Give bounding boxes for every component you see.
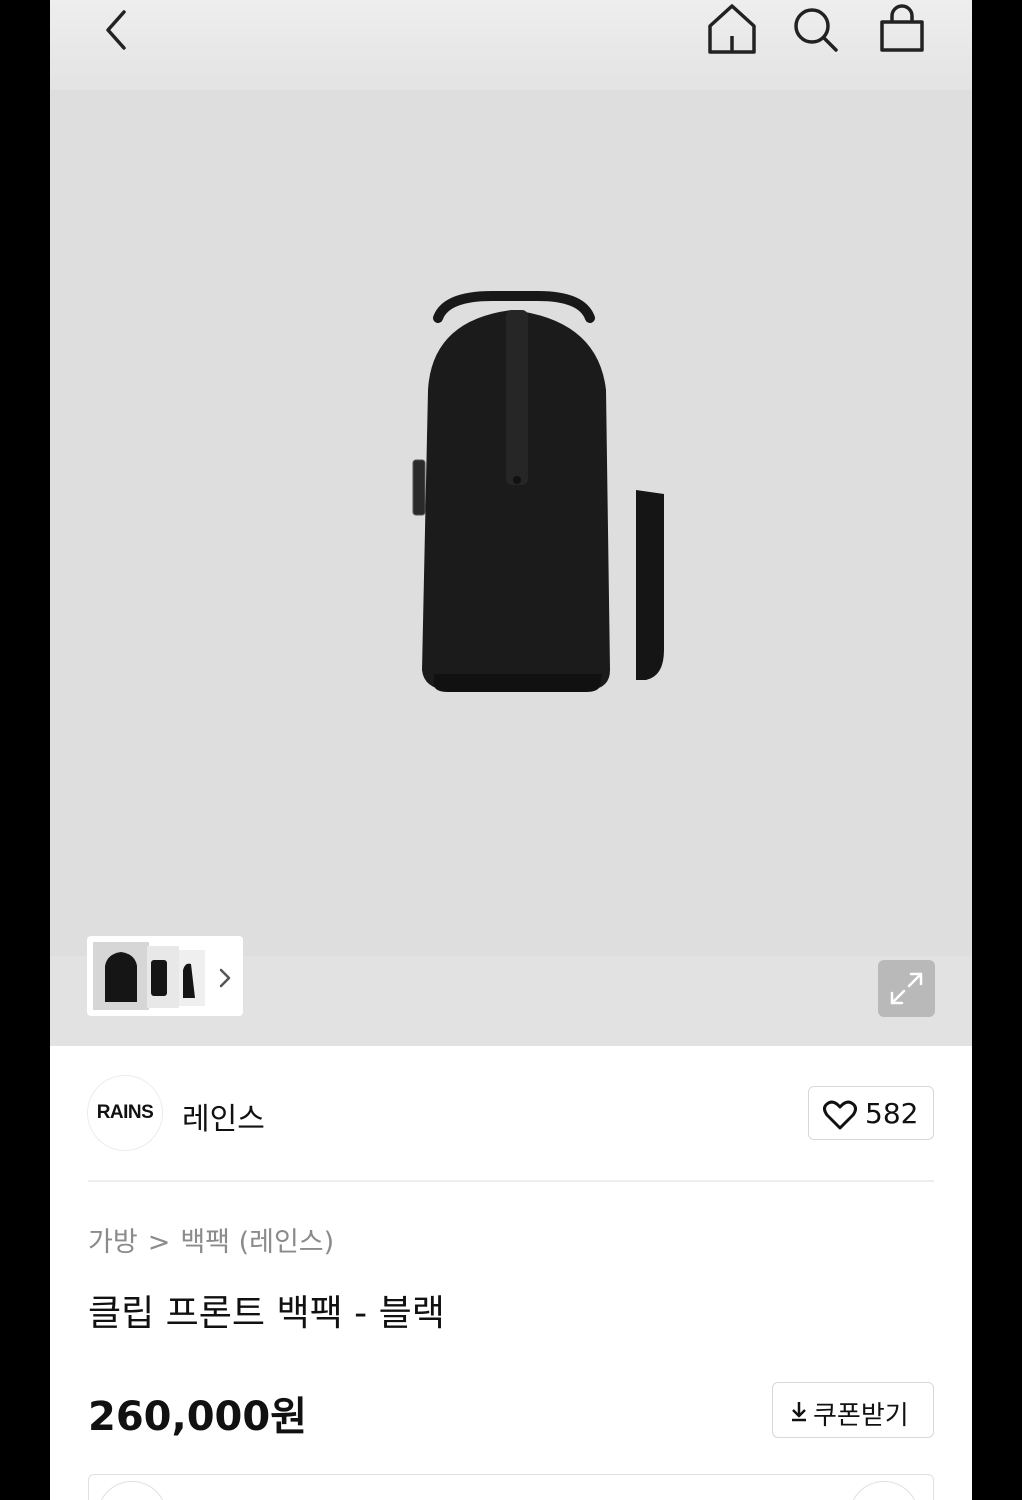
next-section-avatar-right — [849, 1481, 919, 1500]
breadcrumb-subcategory[interactable]: 백팩 (레인스) — [180, 1227, 334, 1258]
breadcrumb-category[interactable]: 가방 — [88, 1227, 138, 1258]
download-icon — [792, 1402, 806, 1422]
home-button[interactable] — [704, 2, 760, 56]
brand-name[interactable]: 레인스 — [182, 1094, 265, 1138]
next-section-card — [88, 1474, 934, 1500]
search-icon — [794, 8, 838, 52]
breadcrumb-separator: > — [147, 1227, 171, 1258]
home-icon — [708, 4, 756, 54]
thumbnail-strip[interactable] — [87, 936, 243, 1016]
top-bar — [50, 0, 972, 90]
cart-button[interactable] — [874, 2, 928, 56]
search-button[interactable] — [790, 2, 844, 56]
expand-icon — [890, 972, 923, 1005]
next-section-avatar — [97, 1481, 167, 1500]
product-title: 클립 프론트 백팩 - 블랙 — [88, 1293, 445, 1334]
coupon-label: 쿠폰받기 — [813, 1401, 909, 1431]
like-count: 582 — [865, 1097, 919, 1130]
brand-logo[interactable]: RAINS — [88, 1076, 162, 1150]
back-button[interactable] — [98, 6, 138, 50]
chevron-left-icon — [106, 10, 126, 50]
brand-row: RAINS 레인스 582 — [88, 1076, 934, 1150]
shopping-bag-icon — [880, 4, 924, 52]
product-image-gallery[interactable] — [50, 90, 972, 1046]
divider — [88, 1180, 934, 1182]
heart-icon — [823, 1100, 857, 1130]
screen: RAINS 레인스 582 가방 > 백팩 (레인스) 클립 프론트 백팩 - 블랙… — [50, 0, 972, 1500]
like-button[interactable]: 582 — [808, 1086, 934, 1140]
product-price: 260,000원 — [88, 1394, 307, 1440]
breadcrumb: 가방 > 백팩 (레인스) — [88, 1220, 334, 1259]
expand-button[interactable] — [878, 960, 935, 1017]
brand-logo-text: RAINS — [96, 1102, 154, 1123]
product-image — [412, 291, 664, 692]
coupon-button[interactable]: 쿠폰받기 — [772, 1382, 934, 1438]
chevron-right-icon[interactable] — [219, 968, 231, 988]
